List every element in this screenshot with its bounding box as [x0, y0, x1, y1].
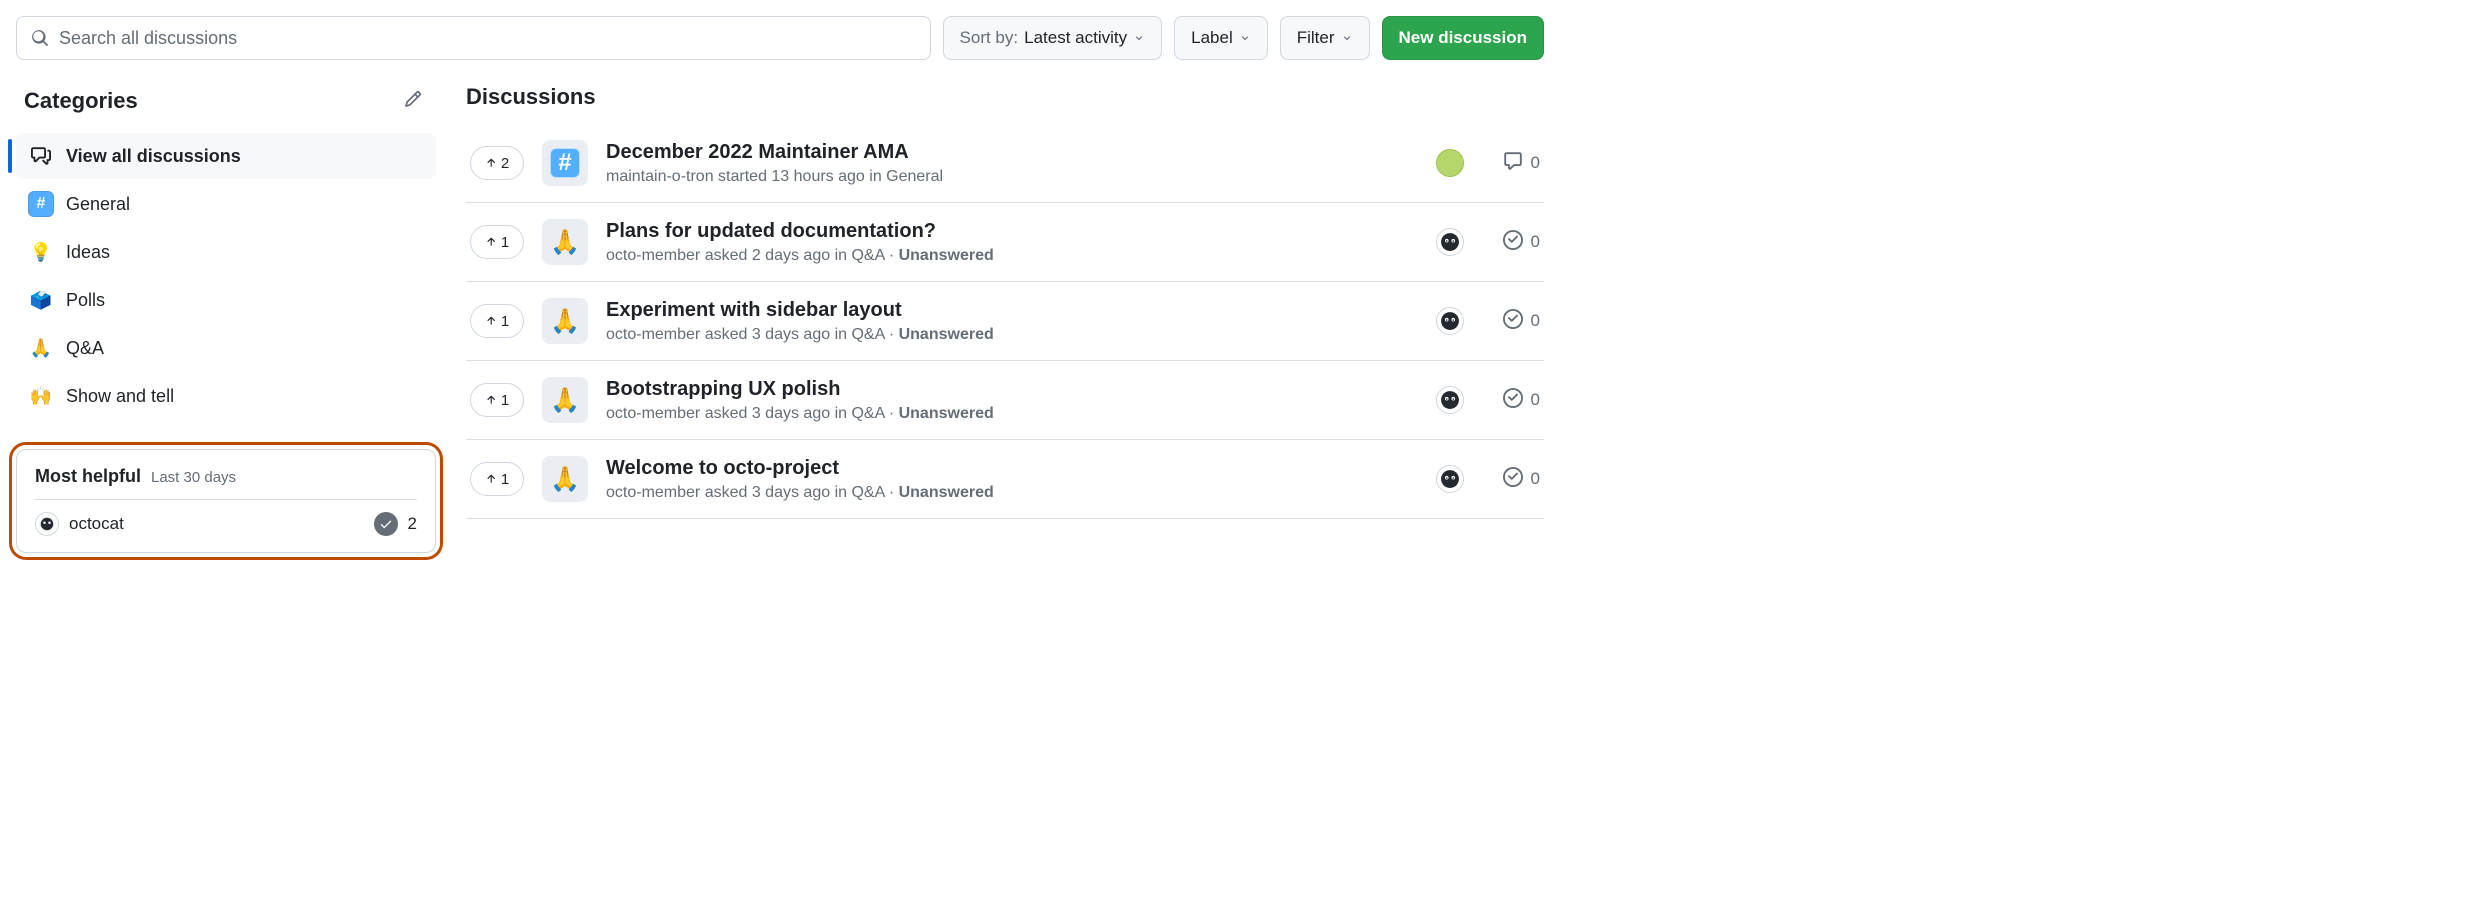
new-discussion-label: New discussion: [1399, 28, 1527, 48]
discussion-meta: octo-member asked 3 days ago in Q&A · Un…: [606, 484, 1418, 502]
sidebar-item-label: Ideas: [66, 242, 110, 263]
search-field[interactable]: [16, 16, 931, 60]
most-helpful-subtitle: Last 30 days: [151, 469, 236, 486]
upvote-button[interactable]: 1: [470, 462, 524, 496]
sidebar-item-q-a[interactable]: 🙏 Q&A: [16, 325, 436, 371]
sidebar-item-general[interactable]: # General: [16, 181, 436, 227]
filter-text: Filter: [1297, 28, 1335, 48]
check-circle-icon: [1503, 467, 1523, 492]
avatar[interactable]: [1436, 465, 1464, 493]
discussion-meta: maintain-o-tron started 13 hours ago in …: [606, 168, 1418, 186]
chevron-down-icon: [1341, 32, 1353, 44]
sort-button[interactable]: Sort by: Latest activity: [943, 16, 1163, 60]
upvote-button[interactable]: 1: [470, 383, 524, 417]
comment-icon: [1503, 151, 1523, 176]
discussion-meta: octo-member asked 3 days ago in Q&A · Un…: [606, 326, 1418, 344]
edit-categories-button[interactable]: [398, 84, 428, 117]
chevron-down-icon: [1239, 32, 1251, 44]
sidebar-item-polls[interactable]: 🗳️ Polls: [16, 277, 436, 323]
discussion-title[interactable]: Bootstrapping UX polish: [606, 378, 1418, 401]
check-badge-icon: [374, 512, 398, 536]
reply-count[interactable]: 0: [1492, 388, 1540, 413]
avatar[interactable]: [1436, 386, 1464, 414]
sidebar-item-label: Polls: [66, 290, 105, 311]
sidebar-item-label: View all discussions: [66, 146, 241, 167]
discussion-row: 1 🙏 Welcome to octo-project octo-member ask…: [466, 440, 1544, 519]
category-icon: 🙏: [542, 456, 588, 502]
discussion-meta: octo-member asked 2 days ago in Q&A · Un…: [606, 247, 1418, 265]
filter-button[interactable]: Filter: [1280, 16, 1370, 60]
helpful-count: 2: [408, 514, 417, 534]
sidebar-item-show-and-tell[interactable]: 🙌 Show and tell: [16, 373, 436, 419]
category-icon: #: [542, 140, 588, 186]
reply-count[interactable]: 0: [1492, 151, 1540, 176]
discussion-title[interactable]: Plans for updated documentation?: [606, 220, 1418, 243]
vote-count: 1: [501, 471, 509, 488]
vote-count: 1: [501, 313, 509, 330]
vote-count: 1: [501, 392, 509, 409]
label-button[interactable]: Label: [1174, 16, 1268, 60]
discussion-title[interactable]: Welcome to octo-project: [606, 457, 1418, 480]
check-circle-icon: [1503, 309, 1523, 334]
discussion-row: 1 🙏 Bootstrapping UX polish octo-member ask…: [466, 361, 1544, 440]
category-emoji-icon: 🙌: [28, 383, 54, 409]
sidebar-item-label: Show and tell: [66, 386, 174, 407]
sort-prefix: Sort by:: [960, 28, 1019, 48]
reply-count[interactable]: 0: [1492, 230, 1540, 255]
vote-count: 2: [501, 155, 509, 172]
comment-discussion-icon: [28, 143, 54, 169]
sidebar-item-view-all-discussions[interactable]: View all discussions: [16, 133, 436, 179]
discussion-row: 2 # December 2022 Maintainer AMA maintain-o…: [466, 124, 1544, 203]
avatar[interactable]: [1436, 228, 1464, 256]
discussion-meta: octo-member asked 3 days ago in Q&A · Un…: [606, 405, 1418, 423]
category-icon: 🙏: [542, 298, 588, 344]
category-emoji-icon: 💡: [28, 239, 54, 265]
pencil-icon: [404, 90, 422, 108]
hash-icon: #: [28, 191, 54, 217]
sort-value: Latest activity: [1024, 28, 1127, 48]
reply-count[interactable]: 0: [1492, 467, 1540, 492]
avatar: [35, 512, 59, 536]
search-input[interactable]: [59, 28, 916, 49]
discussions-heading: Discussions: [466, 84, 1544, 110]
category-icon: 🙏: [542, 377, 588, 423]
avatar[interactable]: [1436, 307, 1464, 335]
hash-icon: #: [550, 148, 580, 178]
sidebar-item-ideas[interactable]: 💡 Ideas: [16, 229, 436, 275]
avatar[interactable]: [1436, 149, 1464, 177]
check-circle-icon: [1503, 388, 1523, 413]
discussion-row: 1 🙏 Experiment with sidebar layout octo-mem…: [466, 282, 1544, 361]
category-icon: 🙏: [542, 219, 588, 265]
sidebar-item-label: Q&A: [66, 338, 104, 359]
categories-heading: Categories: [24, 88, 138, 114]
chevron-down-icon: [1133, 32, 1145, 44]
helpful-username[interactable]: octocat: [69, 514, 124, 534]
discussion-row: 1 🙏 Plans for updated documentation? octo-m…: [466, 203, 1544, 282]
discussion-title[interactable]: Experiment with sidebar layout: [606, 299, 1418, 322]
upvote-button[interactable]: 1: [470, 304, 524, 338]
discussion-title[interactable]: December 2022 Maintainer AMA: [606, 141, 1418, 164]
label-text: Label: [1191, 28, 1233, 48]
vote-count: 1: [501, 234, 509, 251]
upvote-button[interactable]: 1: [470, 225, 524, 259]
category-emoji-icon: 🗳️: [28, 287, 54, 313]
search-icon: [31, 29, 49, 47]
check-circle-icon: [1503, 230, 1523, 255]
upvote-button[interactable]: 2: [470, 146, 524, 180]
category-emoji-icon: 🙏: [28, 335, 54, 361]
sidebar-item-label: General: [66, 194, 130, 215]
new-discussion-button[interactable]: New discussion: [1382, 16, 1544, 60]
most-helpful-title: Most helpful: [35, 466, 141, 487]
most-helpful-box: Most helpful Last 30 days octocat 2: [16, 449, 436, 553]
reply-count[interactable]: 0: [1492, 309, 1540, 334]
